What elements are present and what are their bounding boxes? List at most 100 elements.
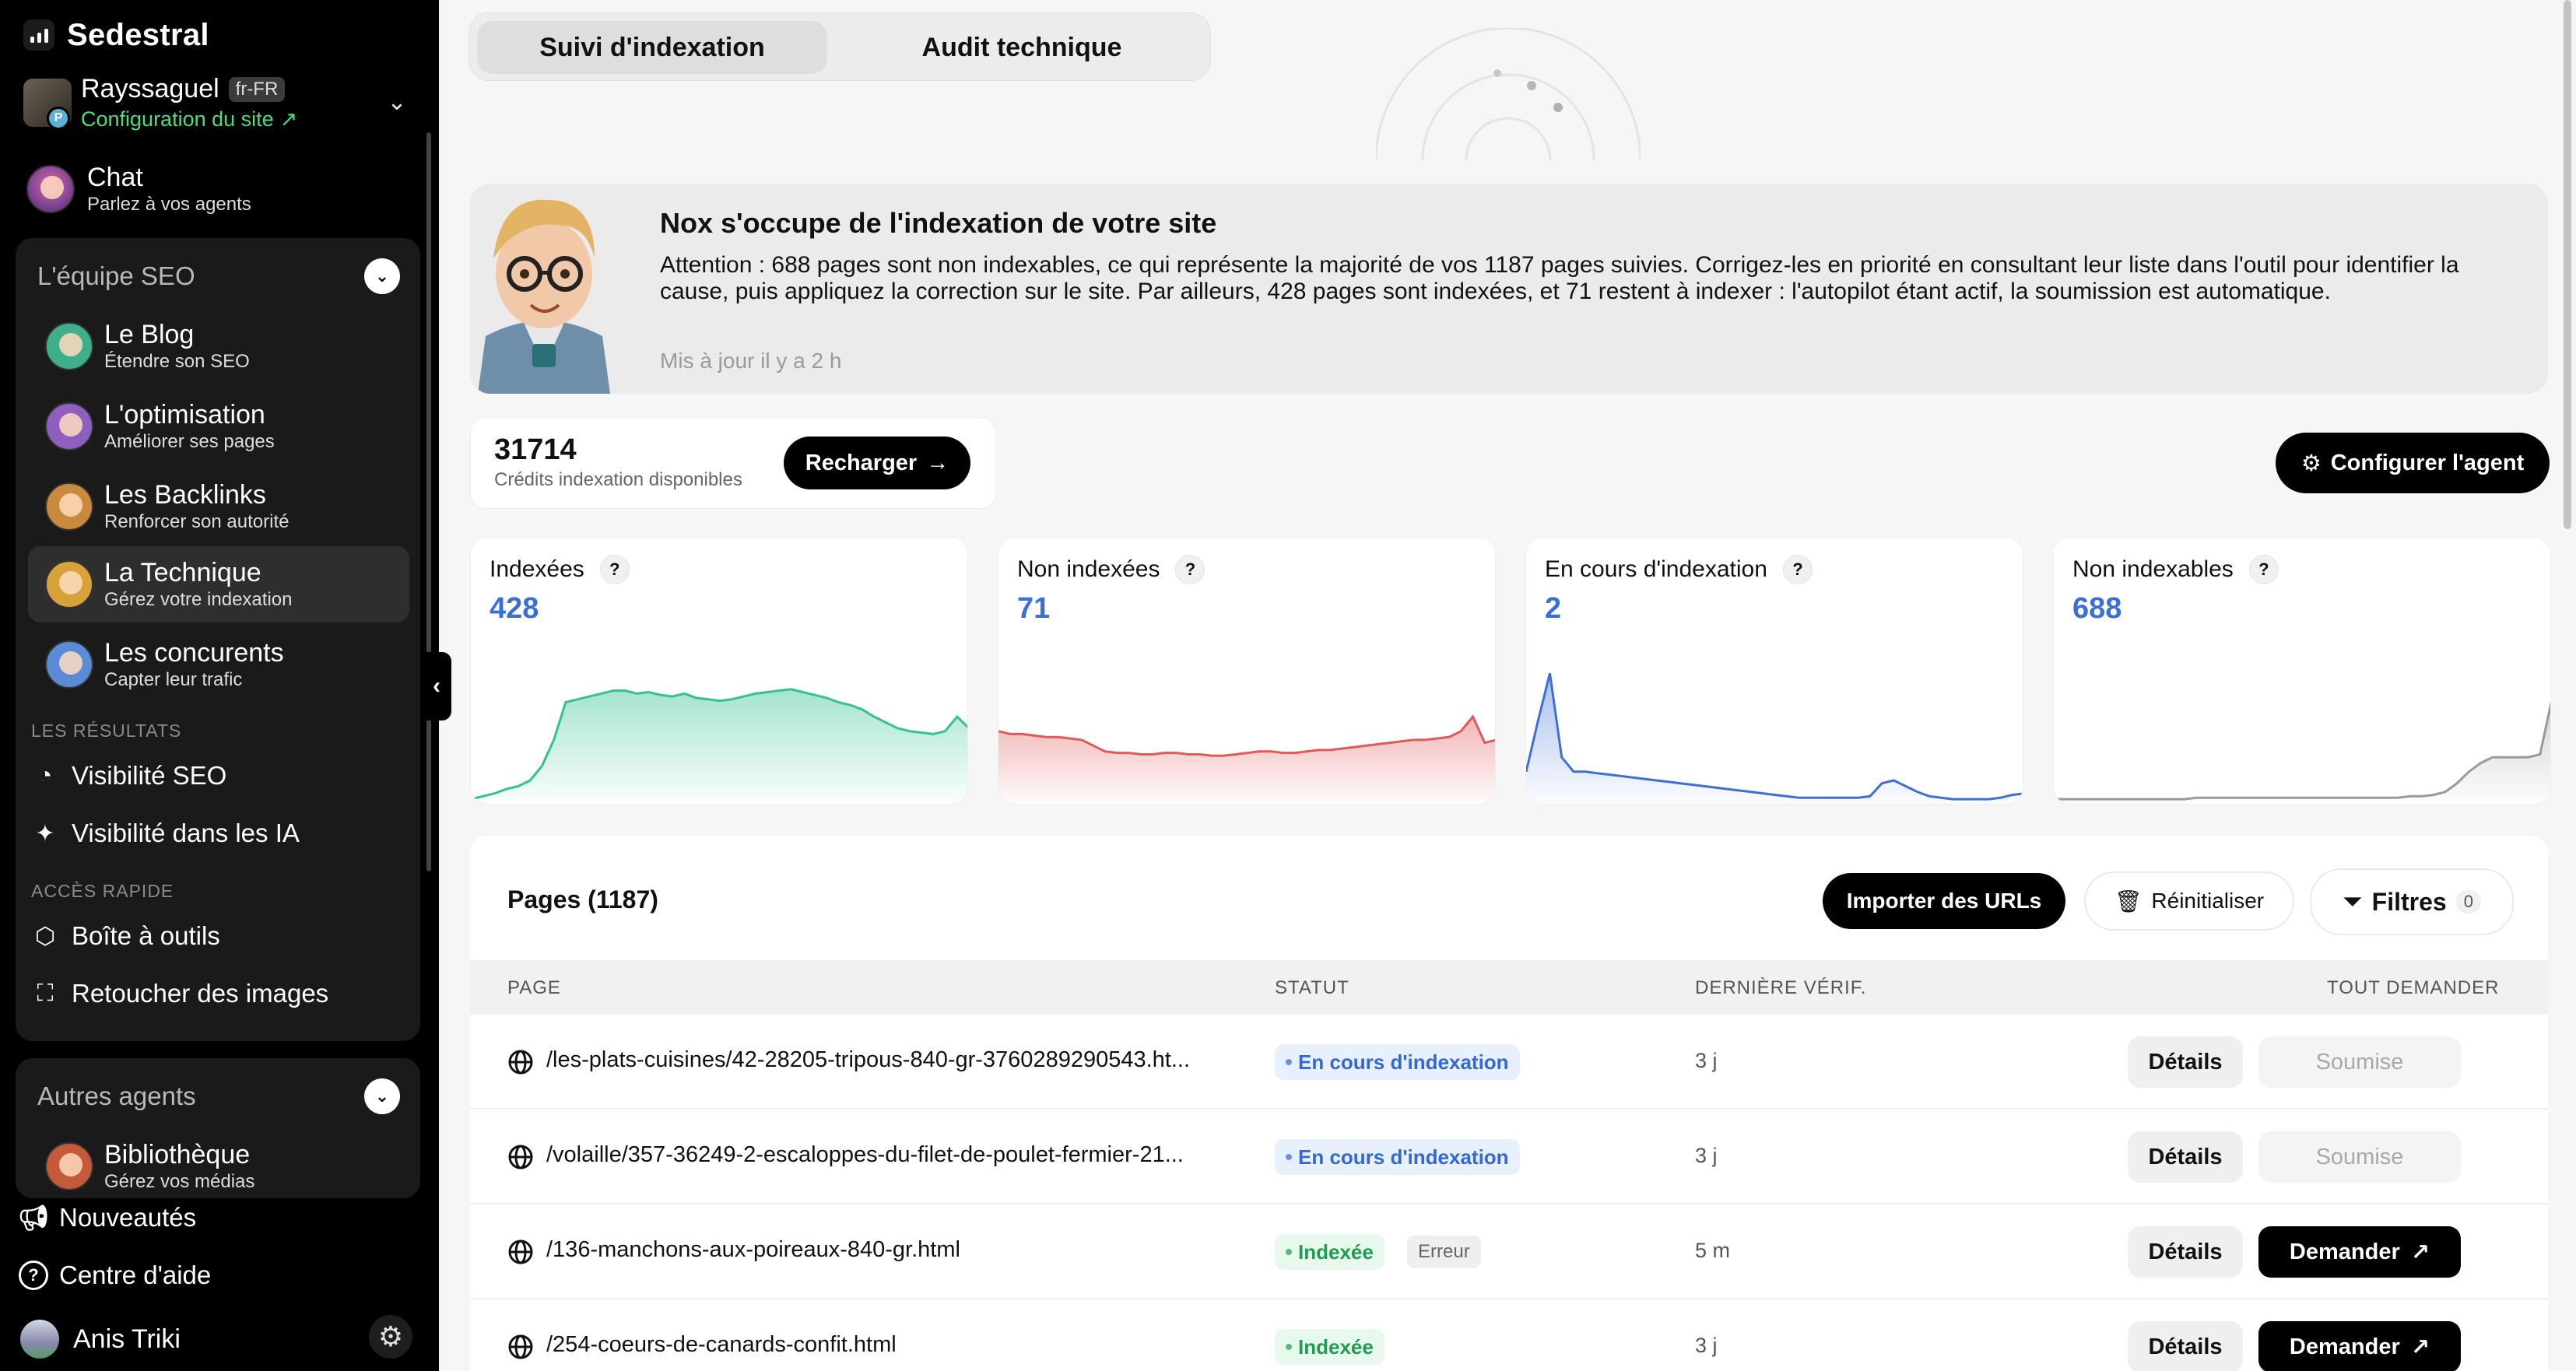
page-url[interactable]: /les-plats-cuisines/42-28205-tripous-840… <box>546 1047 1190 1073</box>
table-row[interactable]: /136-manchons-aux-poireaux-840-gr.html I… <box>470 1204 2548 1299</box>
table-row[interactable]: /volaille/357-36249-2-escaloppes-du-file… <box>470 1110 2548 1204</box>
filter-icon: ⏷ <box>2343 887 2363 915</box>
collapse-sidebar-chevron-left-icon[interactable]: ‹ <box>422 652 451 721</box>
seo-team-panel: L'équipe SEO ⌄ Le Blog Étendre son SEO L… <box>16 238 420 1041</box>
details-button[interactable]: Détails <box>2128 1131 2243 1183</box>
table-row[interactable]: /les-plats-cuisines/42-28205-tripous-840… <box>470 1015 2548 1110</box>
chevron-down-icon[interactable]: ⌄ <box>364 1078 400 1114</box>
technique-agent-avatar <box>45 560 93 608</box>
site-lang-badge: fr-FR <box>228 76 286 102</box>
sidebar-item-blog[interactable]: Le Blog Étendre son SEO <box>28 308 409 384</box>
help-circle-icon: ? <box>19 1261 48 1290</box>
error-badge: Erreur <box>1407 1236 1481 1268</box>
nav-image-edit[interactable]: ⛶ Retoucher des images <box>31 979 329 1008</box>
tab-suivi-indexation[interactable]: Suivi d'indexation <box>477 21 827 74</box>
sparkline-indexed <box>471 688 967 804</box>
reload-credits-button[interactable]: Recharger → <box>784 437 970 489</box>
table-row[interactable]: /254-coeurs-de-canards-confit.html Index… <box>470 1299 2548 1371</box>
user-name: Anis Triki <box>73 1324 181 1354</box>
site-name: Rayssaguel <box>81 74 219 103</box>
brand[interactable]: Sedestral <box>23 17 209 53</box>
megaphone-icon: 📢︎ <box>17 1204 50 1232</box>
site-config-link[interactable]: Configuration du site ↗ <box>81 107 297 131</box>
filters-button[interactable]: ⏷ Filtres 0 <box>2310 868 2514 935</box>
tab-audit-technique[interactable]: Audit technique <box>843 21 1201 74</box>
request-indexing-button[interactable]: Demander ↗ <box>2258 1321 2461 1371</box>
configure-agent-label: Configurer l'agent <box>2330 450 2525 475</box>
bibliotheque-subtitle: Gérez vos médias <box>104 1171 255 1192</box>
help-question-icon[interactable]: ? <box>599 555 630 584</box>
header-last-check[interactable]: DERNIÈRE VÉRIF. <box>1695 977 1866 999</box>
arrow-up-right-icon: ↗ <box>2410 1334 2430 1360</box>
nox-updated-time: Mis à jour il y a 2 h <box>660 349 842 373</box>
concurrents-subtitle: Capter leur trafic <box>104 669 243 690</box>
filters-label: Filtres <box>2371 887 2447 916</box>
nav-toolbox[interactable]: ⬡ Boîte à outils <box>31 921 220 951</box>
help-question-icon[interactable]: ? <box>1175 555 1206 584</box>
help-question-icon[interactable]: ? <box>2248 555 2279 584</box>
header-request-all[interactable]: TOUT DEMANDER <box>2327 977 2499 999</box>
box-icon: ⬡ <box>34 923 56 949</box>
sidebar-item-concurrents[interactable]: Les concurents Capter leur trafic <box>28 626 409 703</box>
sidebar-item-optimisation[interactable]: L'optimisation Améliorer ses pages <box>28 388 409 465</box>
credits-value: 31714 <box>494 433 577 466</box>
stat-label-indexed: Indexées <box>490 556 584 582</box>
details-button[interactable]: Détails <box>2128 1321 2243 1371</box>
help-label: Centre d'aide <box>59 1261 212 1289</box>
page-url[interactable]: /volaille/357-36249-2-escaloppes-du-file… <box>546 1142 1184 1168</box>
chevron-down-icon[interactable]: ⌄ <box>381 89 412 116</box>
help-question-icon[interactable]: ? <box>1782 555 1813 584</box>
nav-visibilite-seo[interactable]: ◔ Visibilité SEO <box>31 761 226 791</box>
stat-label-not-indexable: Non indexables <box>2072 556 2234 582</box>
reset-button[interactable]: 🗑︎ Réinitialiser <box>2084 871 2294 931</box>
blog-agent-avatar <box>45 322 93 370</box>
pages-title: Pages (1187) <box>507 885 658 913</box>
arrow-up-right-icon: ↗ <box>279 107 298 131</box>
tab-bar: Suivi d'indexation Audit technique <box>469 12 1211 81</box>
page-url[interactable]: /254-coeurs-de-canards-confit.html <box>546 1332 897 1358</box>
backlinks-subtitle: Renforcer son autorité <box>104 511 290 532</box>
configure-agent-button[interactable]: ⚙ Configurer l'agent <box>2276 433 2550 493</box>
site-avatar: P <box>23 79 72 130</box>
header-page[interactable]: PAGE <box>507 977 561 999</box>
status-badge: En cours d'indexation <box>1275 1139 1520 1175</box>
details-button[interactable]: Détails <box>2128 1226 2243 1278</box>
sparkles-icon: ✦ <box>35 820 55 847</box>
other-agents-header: Autres agents <box>37 1082 196 1110</box>
page-url[interactable]: /136-manchons-aux-poireaux-840-gr.html <box>546 1237 960 1263</box>
technique-title: La Technique <box>104 558 261 587</box>
site-selector[interactable]: P Rayssaguel fr-FR Configuration du site… <box>23 72 412 134</box>
sparkline-area <box>471 689 967 804</box>
request-label: Demander <box>2289 1334 2400 1359</box>
arrow-up-right-icon: ↗ <box>2410 1240 2430 1265</box>
user-profile[interactable]: Anis Triki <box>20 1320 181 1359</box>
sidebar-scrollbar[interactable] <box>426 132 431 871</box>
optimisation-agent-avatar <box>45 402 93 451</box>
nav-news[interactable]: 📢︎ Nouveautés <box>17 1203 196 1232</box>
sidebar-item-chat[interactable]: Chat Parlez à vos agents <box>26 162 251 216</box>
nox-agent-card: Nox s'occupe de l'indexation de votre si… <box>470 184 2548 394</box>
settings-gear-icon[interactable]: ⚙ <box>369 1315 412 1359</box>
nav-help[interactable]: ? Centre d'aide <box>19 1261 211 1290</box>
globe-icon <box>508 1334 533 1359</box>
sidebar-item-bibliotheque[interactable]: Bibliothèque Gérez vos médias <box>28 1128 409 1204</box>
status-badge: En cours d'indexation <box>1275 1044 1520 1080</box>
site-config-label: Configuration du site <box>81 107 274 131</box>
details-button[interactable]: Détails <box>2128 1036 2243 1088</box>
nav-visibilite-ia[interactable]: ✦ Visibilité dans les IA <box>31 819 300 848</box>
stat-value-indexed: 428 <box>490 592 539 625</box>
credits-card: 31714 Crédits indexation disponibles Rec… <box>470 417 996 509</box>
sidebar-item-backlinks[interactable]: Les Backlinks Renforcer son autorité <box>28 468 409 545</box>
sidebar-item-technique[interactable]: La Technique Gérez votre indexation <box>28 546 409 622</box>
last-check-date: 3 j <box>1695 1144 1718 1167</box>
chevron-down-icon[interactable]: ⌄ <box>364 258 400 294</box>
import-urls-button[interactable]: Importer des URLs <box>1823 873 2065 929</box>
submitted-button: Soumise <box>2258 1131 2461 1183</box>
visibilite-ia-label: Visibilité dans les IA <box>72 819 300 847</box>
main-scrollbar[interactable] <box>2564 0 2571 529</box>
request-indexing-button[interactable]: Demander ↗ <box>2258 1226 2461 1278</box>
submitted-button: Soumise <box>2258 1036 2461 1088</box>
sparkline-area <box>998 717 1495 804</box>
stat-value-not-indexable: 688 <box>2072 592 2122 625</box>
header-status[interactable]: STATUT <box>1275 977 1349 999</box>
